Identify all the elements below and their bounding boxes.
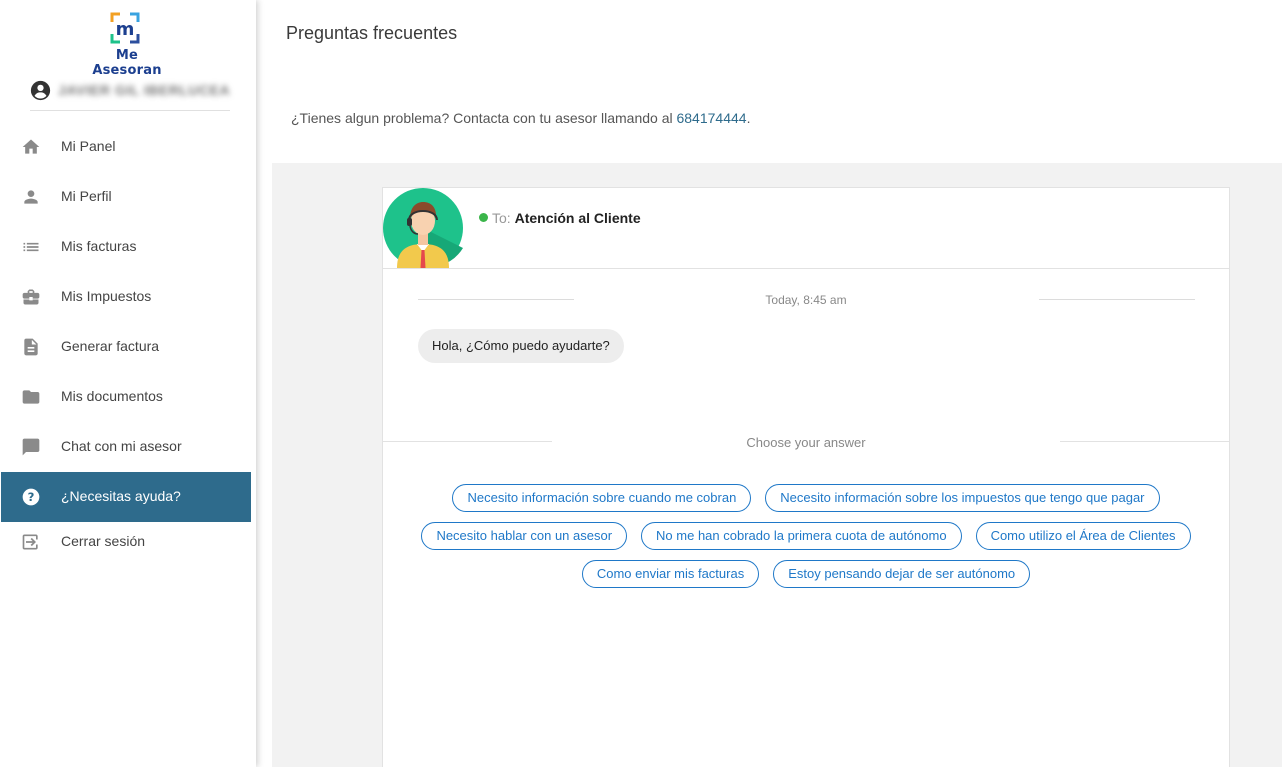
sidebar-item-mis-documentos[interactable]: Mis documentos: [1, 372, 251, 422]
answer-option-button[interactable]: Como enviar mis facturas: [581, 560, 760, 588]
sidebar-item-label: Mis facturas: [61, 238, 137, 254]
chat-icon: [22, 438, 40, 456]
contact-text: ¿Tienes algun problema? Contacta con tu …: [291, 110, 677, 126]
document-icon: [24, 338, 38, 356]
sidebar-item-mi-panel[interactable]: Mi Panel: [1, 122, 251, 172]
contact-message: ¿Tienes algun problema? Contacta con tu …: [291, 110, 750, 126]
answer-options: Necesito información sobre cuando me cob…: [383, 484, 1229, 598]
to-prefix: To:: [492, 210, 515, 226]
folder-icon: [22, 390, 40, 404]
answer-option-button[interactable]: Necesito hablar con un asesor: [421, 522, 628, 550]
message-timestamp: Today, 8:45 am: [765, 293, 847, 307]
answer-option-button[interactable]: No me han cobrado la primera cuota de au…: [641, 522, 962, 550]
help-icon: ?: [22, 488, 40, 506]
sidebar-item-label: Mis Impuestos: [61, 288, 152, 304]
user-name: JAVIER GIL IBERLUCEA: [58, 82, 231, 98]
sidebar-item-label: Generar factura: [61, 338, 160, 354]
answer-option-button[interactable]: Como utilizo el Área de Clientes: [975, 522, 1191, 550]
choose-answer-label: Choose your answer: [746, 435, 866, 450]
answer-option-button[interactable]: Necesito información sobre los impuestos…: [765, 484, 1160, 512]
svg-text:m: m: [116, 19, 135, 40]
sidebar-item-generar-factura[interactable]: Generar factura: [1, 322, 251, 372]
user-profile[interactable]: JAVIER GIL IBERLUCEA: [30, 78, 230, 102]
account-circle-icon: [30, 80, 51, 101]
brand-name: Me Asesoran: [92, 48, 162, 78]
contact-end: .: [746, 110, 751, 126]
home-icon: [22, 139, 40, 154]
chat-panel: To: Atención al Cliente Today, 8:45 am H…: [382, 187, 1230, 767]
agent-message-bubble: Hola, ¿Cómo puedo ayudarte?: [418, 329, 624, 363]
online-status-icon: [479, 213, 488, 222]
recipient-name: Atención al Cliente: [514, 210, 641, 226]
sidebar-item-mis-facturas[interactable]: Mis facturas: [1, 222, 251, 272]
sidebar-item-label: ¿Necesitas ayuda?: [61, 488, 181, 504]
sidebar-item-necesitas-ayuda[interactable]: ? ¿Necesitas ayuda?: [1, 472, 251, 522]
answer-row: Necesito hablar con un asesor No me han …: [383, 522, 1229, 550]
sidebar-item-label: Mis documentos: [61, 388, 163, 404]
answer-option-button[interactable]: Necesito información sobre cuando me cob…: [452, 484, 752, 512]
logout-icon: [22, 534, 38, 550]
answer-row: Como enviar mis facturas Estoy pensando …: [383, 560, 1229, 588]
sidebar-item-label: Chat con mi asesor: [61, 438, 182, 454]
brand-logo[interactable]: m Me Asesoran: [82, 12, 172, 78]
support-agent-avatar-icon: [383, 188, 463, 268]
person-icon: [24, 190, 38, 204]
answer-option-button[interactable]: Estoy pensando dejar de ser autónomo: [773, 560, 1031, 588]
briefcase-icon: [22, 289, 40, 305]
sidebar-divider: [30, 110, 230, 111]
sidebar-item-cerrar-sesion[interactable]: Cerrar sesión: [1, 517, 251, 567]
contact-phone-link[interactable]: 684174444: [676, 110, 746, 126]
logo-mark-icon: m: [110, 12, 140, 44]
svg-text:?: ?: [28, 490, 35, 504]
sidebar: m Me Asesoran JAVIER GIL IBERLUCEA Mi Pa…: [0, 0, 256, 767]
sidebar-item-label: Mi Perfil: [61, 188, 112, 204]
chat-recipient: To: Atención al Cliente: [479, 210, 641, 226]
chat-header: To: Atención al Cliente: [383, 188, 1229, 269]
sidebar-item-mis-impuestos[interactable]: Mis Impuestos: [1, 272, 251, 322]
sidebar-item-chat-con-mi-asesor[interactable]: Chat con mi asesor: [1, 422, 251, 472]
list-icon: [23, 242, 39, 252]
answer-row: Necesito información sobre cuando me cob…: [383, 484, 1229, 512]
sidebar-item-label: Mi Panel: [61, 138, 116, 154]
sidebar-item-label: Cerrar sesión: [61, 533, 146, 549]
sidebar-item-mi-perfil[interactable]: Mi Perfil: [1, 172, 251, 222]
page-title: Preguntas frecuentes: [286, 23, 458, 43]
